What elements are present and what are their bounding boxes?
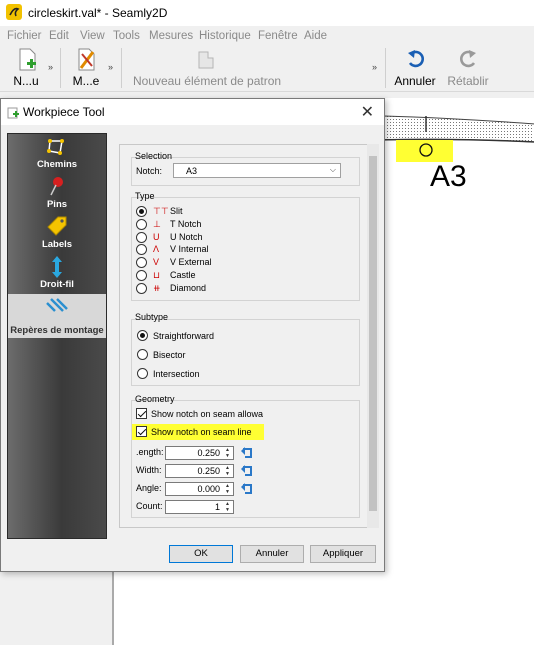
menu-fichier[interactable]: Fichier — [7, 30, 42, 42]
measure-tools-icon — [78, 48, 95, 71]
workpiece-dialog: Workpiece Tool ✕ Chemins Pins Labels Dro… — [0, 98, 385, 572]
type-radio-slit[interactable] — [136, 206, 147, 217]
subtype-title: Subtype — [135, 312, 169, 322]
sidebar-item-pins[interactable]: Pins — [8, 174, 106, 212]
dialog-title: Workpiece Tool — [23, 105, 105, 119]
redo-icon — [460, 50, 476, 68]
subtype-radio-intersection[interactable] — [137, 368, 148, 379]
ok-button[interactable]: OK — [169, 545, 233, 563]
show-on-seam-label: Show notch on seam line — [151, 427, 252, 437]
notch-label: Notch: — [136, 166, 163, 176]
main-titlebar: circleskirt.val* - Seamly2D — [0, 0, 534, 26]
measurements-button[interactable]: M...e — [66, 46, 106, 90]
type-radio-diamond[interactable] — [136, 282, 147, 294]
menu-view[interactable]: View — [80, 30, 105, 42]
menu-bar: Fichier Edit View Tools Mesures Historiq… — [0, 26, 534, 46]
width-label: Width: — [136, 465, 162, 475]
workpiece-tool-icon — [7, 107, 19, 119]
type-option-label: T Notch — [170, 218, 202, 229]
chevron-down-icon: ⌵ — [329, 165, 336, 174]
scrollbar-thumb[interactable] — [369, 156, 377, 511]
geometry-title: Geometry — [135, 394, 175, 404]
type-option-label: Diamond — [170, 282, 207, 293]
type-radio-castle[interactable] — [136, 270, 147, 281]
subtype-radio-bisector[interactable] — [137, 349, 148, 360]
new-pattern-piece-button[interactable]: Nouveau élément de patron — [128, 46, 286, 90]
notch-symbol-icon: ⊥ — [153, 218, 161, 229]
show-on-allowance-checkbox[interactable] — [136, 408, 147, 419]
type-radio-u-notch[interactable] — [136, 231, 147, 243]
angle-label: Angle: — [136, 483, 162, 493]
notches-page: Selection Notch: A3 ⌵ Type ⊤⊤ Slit ⊥ T Notc… — [119, 144, 369, 528]
measure-overflow-icon[interactable]: » — [108, 62, 113, 72]
subtype-option-label: Straightforward — [153, 331, 215, 341]
notch-symbol-icon: V — [153, 257, 160, 268]
seamly2d-logo-icon — [6, 4, 22, 20]
label-tag-icon — [47, 216, 67, 236]
subtype-option-label: Intersection — [153, 369, 200, 379]
type-option-label: V External — [170, 257, 212, 268]
undo-icon — [408, 50, 424, 68]
sidebar-item-droit-fil[interactable]: Droit-fil — [8, 254, 106, 292]
width-spinbox[interactable]: 0.250 ▲ ▼ — [165, 464, 234, 478]
type-option-label: V Internal — [170, 244, 209, 255]
pin-icon — [50, 177, 63, 196]
angle-reset-icon[interactable] — [240, 482, 254, 496]
notch-symbol-icon: ⊔ — [153, 270, 161, 280]
menu-historique[interactable]: Historique — [199, 30, 251, 42]
angle-spinbox[interactable]: 0.000 ▲ ▼ — [165, 482, 234, 496]
pattern-piece-icon — [198, 51, 214, 69]
menu-edit[interactable]: Edit — [49, 30, 69, 42]
menu-tools[interactable]: Tools — [113, 30, 140, 42]
notch-symbol-icon: ⊤⊤ — [153, 206, 169, 216]
toolbar-overflow-icon[interactable]: » — [372, 62, 377, 72]
width-reset-icon[interactable] — [240, 464, 254, 478]
menu-aide[interactable]: Aide — [304, 30, 327, 42]
window-title: circleskirt.val* - Seamly2D — [28, 6, 168, 20]
notch-symbol-icon: ⧺ — [153, 282, 161, 293]
dialog-sidebar: Chemins Pins Labels Droit-fil Repères de… — [7, 133, 107, 539]
length-label: .ength: — [136, 447, 164, 457]
cancel-button[interactable]: Annuler — [240, 545, 304, 563]
notches-icon — [46, 298, 68, 312]
dialog-titlebar: Workpiece Tool ✕ — [1, 99, 384, 125]
new-button[interactable]: N...u — [8, 46, 44, 90]
new-overflow-icon[interactable]: » — [48, 62, 53, 72]
count-spinbox[interactable]: 1 ▲ ▼ — [165, 500, 234, 514]
show-on-allowance-label: Show notch on seam allowa — [151, 409, 264, 419]
notch-select[interactable]: A3 ⌵ — [173, 163, 341, 178]
sidebar-item-labels[interactable]: Labels — [8, 214, 106, 252]
point-label-a3[interactable]: A3 — [430, 160, 467, 194]
dialog-close-button[interactable]: ✕ — [361, 102, 374, 122]
grainline-icon — [52, 256, 62, 278]
menu-mesures[interactable]: Mesures — [149, 30, 193, 42]
type-radio-t-notch[interactable] — [136, 218, 147, 230]
type-option-label: U Notch — [170, 231, 203, 242]
sidebar-item-reperes-de-montage[interactable]: Repères de montage — [8, 294, 106, 338]
show-on-seam-checkbox[interactable] — [136, 426, 147, 437]
length-reset-icon[interactable] — [240, 446, 254, 460]
type-option-label: Castle — [170, 270, 196, 280]
menu-fenetre[interactable]: Fenêtre — [258, 30, 298, 42]
length-spinbox[interactable]: 0.250 ▲ ▼ — [165, 446, 234, 460]
notch-symbol-icon: U — [153, 231, 160, 242]
type-option-label: Slit — [170, 206, 183, 216]
new-document-icon — [19, 48, 36, 71]
main-toolbar: N...u » M...e » Nouveau élément de patro… — [0, 44, 534, 92]
content-scrollbar[interactable] — [367, 144, 379, 528]
redo-button[interactable]: Rétablir — [444, 46, 492, 90]
type-title: Type — [135, 191, 155, 201]
count-label: Count: — [136, 501, 163, 511]
sidebar-item-chemins[interactable]: Chemins — [8, 134, 106, 172]
selection-title: Selection — [135, 151, 173, 161]
undo-button[interactable]: Annuler — [392, 46, 438, 90]
apply-button[interactable]: Appliquer — [310, 545, 376, 563]
notch-symbol-icon: Λ — [153, 244, 160, 255]
paths-icon — [47, 139, 64, 155]
subtype-radio-straightforward[interactable] — [137, 330, 148, 341]
subtype-option-label: Bisector — [153, 350, 186, 360]
